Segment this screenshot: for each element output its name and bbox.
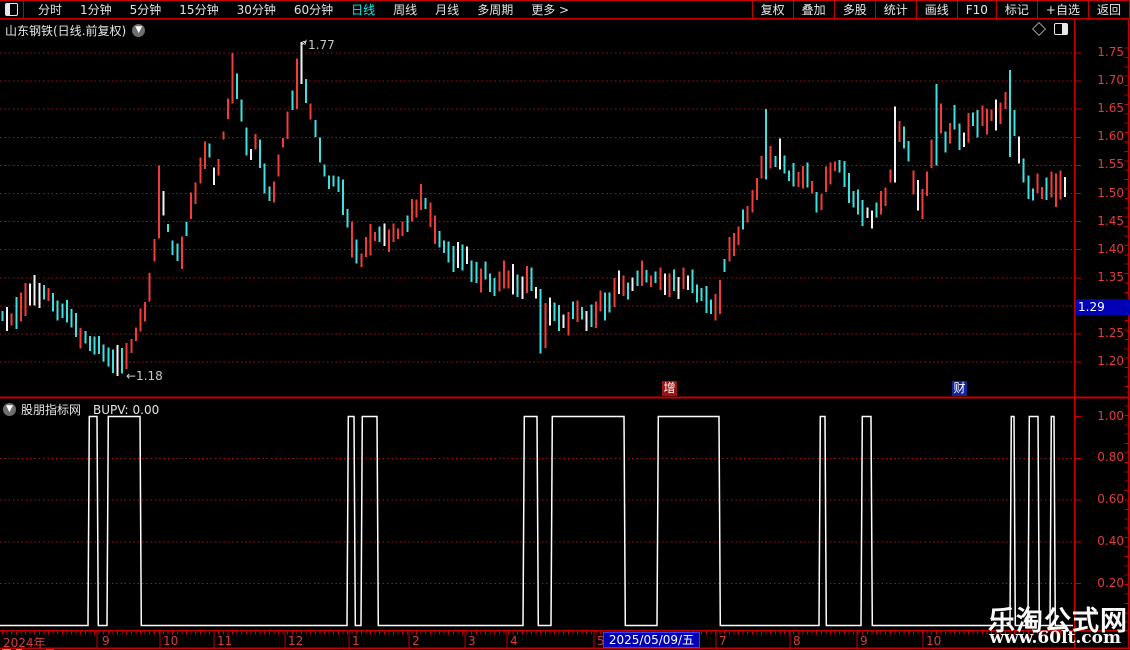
corner-icons: [1031, 21, 1068, 37]
main-axis-label: 1.50: [1097, 185, 1124, 200]
main-axis-label: 1.45: [1097, 213, 1124, 228]
diamond-icon[interactable]: [1031, 21, 1047, 37]
indicator-axis-label: 0.80: [1097, 450, 1124, 465]
x-axis-label: 12: [288, 634, 304, 648]
main-axis-label: 1.65: [1097, 101, 1124, 116]
x-axis-label: 9: [860, 634, 868, 648]
chevron-down-icon[interactable]: ▼: [3, 403, 16, 416]
trading-terminal: 分时 1分钟 5分钟 15分钟 30分钟 60分钟 日线 周线 月线 多周期 更多 > 复权 叠加 多股…: [0, 0, 1130, 650]
x-axis-label: 10: [926, 634, 942, 648]
x-axis-label: 4: [510, 634, 518, 648]
chevron-down-icon[interactable]: ▼: [132, 24, 146, 37]
x-axis-label: 3: [468, 634, 476, 648]
chart-canvas[interactable]: [0, 0, 1130, 650]
indicator-name-label: BUPV:: [93, 402, 129, 417]
x-axis-label: 10: [163, 634, 179, 648]
indicator-axis-label: 1.00: [1097, 408, 1124, 423]
main-axis-label: 1.70: [1097, 73, 1124, 88]
high-annotation: 1.77: [308, 38, 335, 52]
x-axis-label: 2024年: [3, 636, 46, 650]
main-axis-label: 1.40: [1097, 241, 1124, 256]
event-marker[interactable]: 增: [662, 381, 677, 396]
main-axis-label: 1.20: [1097, 354, 1124, 369]
x-axis-label: 11: [217, 634, 233, 648]
price-badge: 1.29: [1076, 299, 1130, 315]
x-axis-label: 9: [102, 634, 110, 648]
x-axis-label: 2: [412, 634, 420, 648]
x-axis-label: 1: [352, 634, 360, 648]
main-axis-label: 1.35: [1097, 269, 1124, 284]
indicator-axis-label: 0.20: [1097, 575, 1124, 590]
titlebar: 山东钢铁(日线.前复权) ▼: [5, 22, 146, 39]
main-axis-label: 1.60: [1097, 129, 1124, 144]
main-axis-label: 1.55: [1097, 157, 1124, 172]
indicator-axis-label: 0.60: [1097, 492, 1124, 507]
indicator-value: 0.00: [132, 402, 160, 417]
event-marker[interactable]: 财: [952, 381, 967, 396]
indicator-header: ▼ 股朋指标网 BUPV: 0.00: [3, 401, 159, 418]
indicator-axis-label: 0.40: [1097, 533, 1124, 548]
chart-title: 山东钢铁(日线.前复权): [5, 24, 127, 38]
panel-layout-icon[interactable]: [1054, 23, 1068, 35]
low-annotation: ←1.18: [126, 369, 163, 383]
x-axis-label: 7: [719, 634, 727, 648]
watermark-url: www.60lt.com: [989, 628, 1121, 648]
indicator-source: 股朋指标网: [21, 403, 82, 417]
x-axis-label: 8: [793, 634, 801, 648]
selected-date-badge: 2025/05/09/五: [603, 632, 700, 648]
main-axis-label: 1.75: [1097, 45, 1124, 59]
main-axis-label: 1.25: [1097, 326, 1124, 340]
